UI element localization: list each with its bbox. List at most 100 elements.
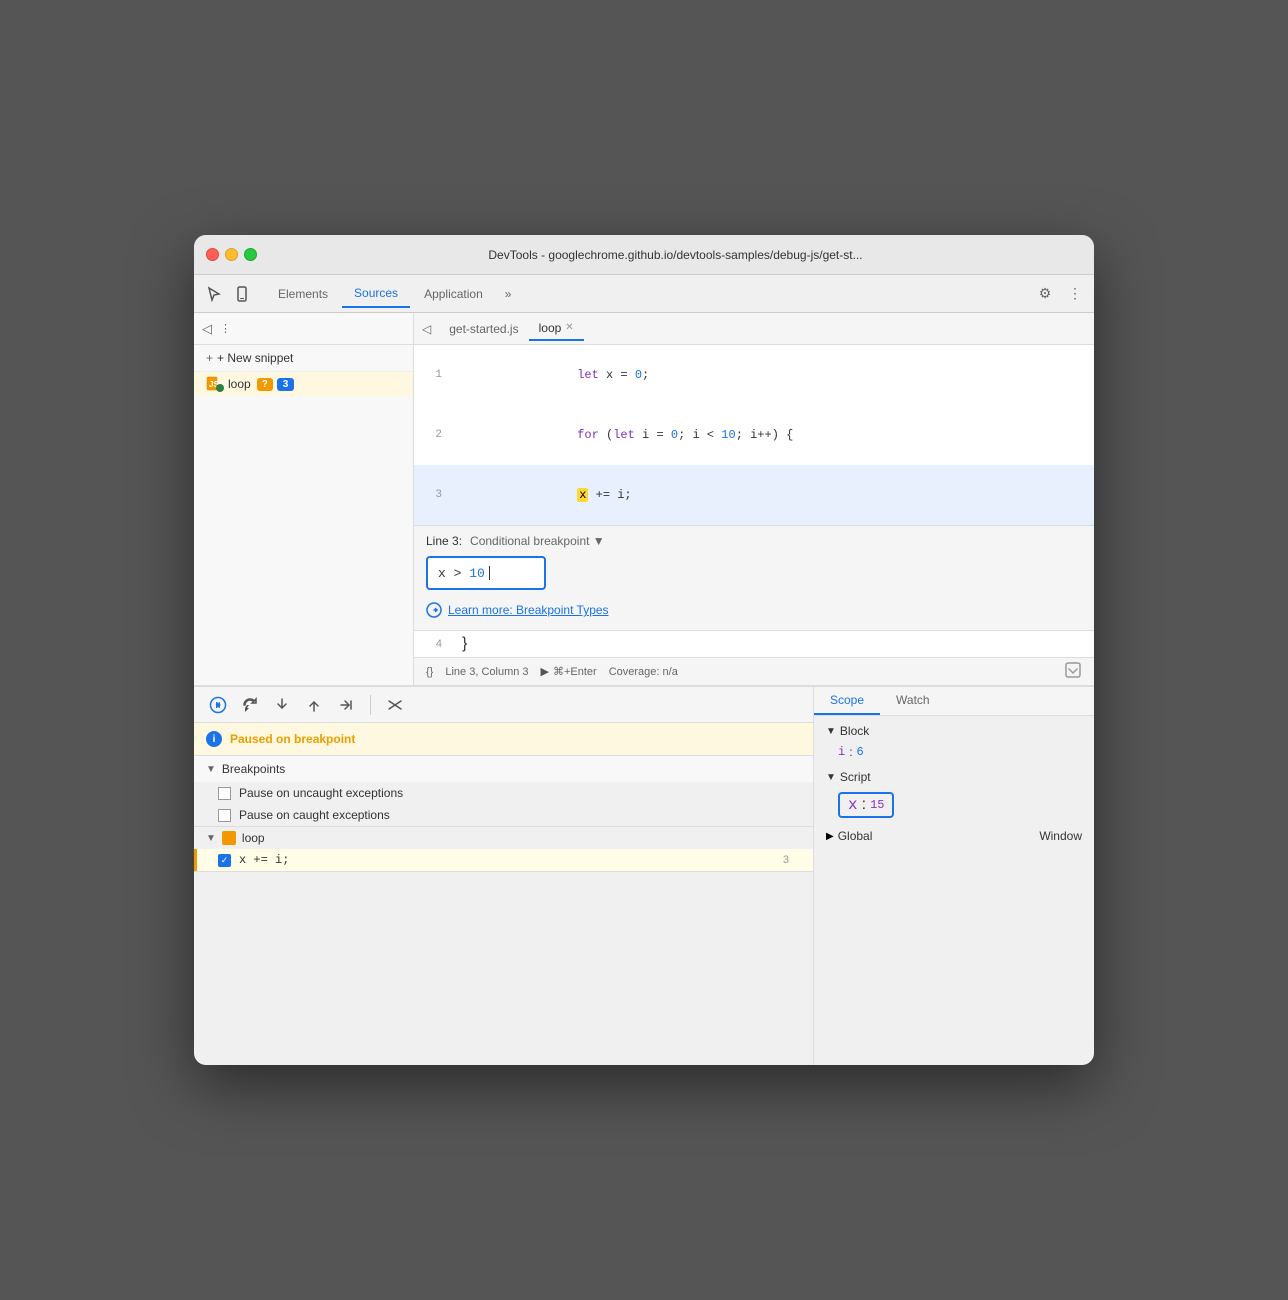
window-title: DevTools - googlechrome.github.io/devtoo… bbox=[269, 248, 1082, 262]
header-tabs: Elements Sources Application » bbox=[266, 280, 1034, 308]
code-lines: 1 let x = 0; 2 for (let i = 0; i < 10; i… bbox=[414, 345, 1094, 525]
maximize-button[interactable] bbox=[244, 248, 257, 261]
code-line-3: 3 x += i; bbox=[414, 465, 1094, 525]
file-name: loop bbox=[228, 377, 251, 391]
step-out-button[interactable] bbox=[302, 693, 326, 717]
scope-var-x-highlighted: x : 15 bbox=[838, 792, 894, 818]
more-tabs-button[interactable]: » bbox=[497, 287, 520, 301]
breakpoints-header[interactable]: ▼ Breakpoints bbox=[194, 756, 813, 782]
breakpoint-panel: Line 3: Conditional breakpoint ▼ x > 10 bbox=[414, 525, 1094, 631]
tab-close-icon[interactable]: ✕ bbox=[565, 322, 573, 333]
text-cursor bbox=[489, 566, 490, 580]
code-line-4: 4 } bbox=[414, 631, 1094, 657]
debug-left: i Paused on breakpoint ▼ Breakpoints Pau… bbox=[194, 687, 814, 1065]
navigator-icon[interactable]: ◁ bbox=[422, 322, 431, 336]
tab-elements[interactable]: Elements bbox=[266, 281, 340, 307]
file-item-loop[interactable]: JS loop ? 3 bbox=[194, 372, 413, 396]
tab-application[interactable]: Application bbox=[412, 281, 495, 307]
learn-more-link[interactable]: Learn more: Breakpoint Types bbox=[426, 598, 1082, 622]
step-over-button[interactable] bbox=[238, 693, 262, 717]
code-content: 1 let x = 0; 2 for (let i = 0; i < 10; i… bbox=[414, 345, 1094, 657]
breakpoint-badge: ? bbox=[257, 378, 273, 391]
pause-caught-row[interactable]: Pause on caught exceptions bbox=[194, 804, 813, 826]
debug-right: Scope Watch ▼ Block i : 6 bbox=[814, 687, 1094, 1065]
devtools-header: Elements Sources Application » ⚙ ⋮ bbox=[194, 275, 1094, 313]
learn-more-icon bbox=[426, 602, 442, 618]
scope-global: ▶ Global Window bbox=[814, 826, 1094, 846]
scope-script-header[interactable]: ▼ Script bbox=[814, 766, 1094, 788]
pause-uncaught-checkbox[interactable] bbox=[218, 787, 231, 800]
run-indicator bbox=[216, 384, 224, 392]
run-snippet-button[interactable]: ▶ ⌘+Enter bbox=[541, 665, 597, 678]
code-line-2: 2 for (let i = 0; i < 10; i++) { bbox=[414, 405, 1094, 465]
plus-icon: + bbox=[206, 351, 213, 365]
sidebar-toolbar: ◁ ⋮ bbox=[194, 313, 413, 345]
scope-var-i: i : 6 bbox=[814, 742, 1094, 762]
condition-input-wrapper[interactable]: x > 10 bbox=[426, 556, 546, 590]
breakpoint-file-section: ▼ loop ✓ x += i; 3 bbox=[194, 827, 813, 872]
bp-file-header[interactable]: ▼ loop bbox=[194, 827, 813, 849]
scope-tabs: Scope Watch bbox=[814, 687, 1094, 716]
tab-loop[interactable]: loop ✕ bbox=[529, 317, 584, 341]
file-icon: JS bbox=[206, 376, 222, 392]
bp-line-number: 3 bbox=[783, 854, 789, 866]
code-editor: ◁ get-started.js loop ✕ 1 bbox=[414, 313, 1094, 685]
editor-tabs: ◁ get-started.js loop ✕ bbox=[414, 313, 1094, 345]
bp-file-icon bbox=[222, 831, 236, 845]
pause-caught-checkbox[interactable] bbox=[218, 809, 231, 822]
breakpoint-count: 3 bbox=[277, 378, 295, 391]
more-options-icon[interactable]: ⋮ bbox=[1064, 283, 1086, 305]
code-line-1: 1 let x = 0; bbox=[414, 345, 1094, 405]
execution-marker: x bbox=[577, 488, 588, 502]
scope-content: ▼ Block i : 6 ▼ Script bbox=[814, 716, 1094, 1065]
breakpoints-section: ▼ Breakpoints Pause on uncaught exceptio… bbox=[194, 756, 813, 827]
scope-block: ▼ Block i : 6 bbox=[814, 720, 1094, 762]
bottom-panel: i Paused on breakpoint ▼ Breakpoints Pau… bbox=[194, 685, 1094, 1065]
scope-block-header[interactable]: ▼ Block bbox=[814, 720, 1094, 742]
var-x-value: 15 bbox=[870, 798, 884, 812]
pause-uncaught-row[interactable]: Pause on uncaught exceptions bbox=[194, 782, 813, 804]
step-into-button[interactable] bbox=[270, 693, 294, 717]
cursor-position: Line 3, Column 3 bbox=[445, 666, 528, 678]
scope-script: ▼ Script x : 15 bbox=[814, 766, 1094, 822]
coverage-info: Coverage: n/a bbox=[609, 666, 678, 678]
sidebar-more-icon[interactable]: ⋮ bbox=[220, 322, 231, 335]
bp-current-indicator bbox=[194, 849, 197, 871]
breakpoint-header: Line 3: Conditional breakpoint ▼ bbox=[426, 534, 1082, 548]
paused-text: Paused on breakpoint bbox=[230, 732, 355, 746]
bp-item[interactable]: ✓ x += i; 3 bbox=[194, 849, 813, 871]
condition-text: x > 10 bbox=[438, 566, 485, 581]
bp-expand-arrow: ▼ bbox=[206, 833, 216, 844]
sources-panel: ◁ ⋮ + + New snippet JS loop bbox=[194, 313, 1094, 685]
traffic-lights bbox=[206, 248, 257, 261]
bp-code: x += i; bbox=[239, 853, 783, 867]
mobile-icon[interactable] bbox=[230, 282, 254, 306]
section-expand-arrow: ▼ bbox=[206, 764, 216, 775]
tab-scope[interactable]: Scope bbox=[814, 687, 880, 715]
title-bar: DevTools - googlechrome.github.io/devtoo… bbox=[194, 235, 1094, 275]
tab-sources[interactable]: Sources bbox=[342, 280, 410, 308]
deactivate-breakpoints-button[interactable] bbox=[383, 693, 407, 717]
devtools-window: DevTools - googlechrome.github.io/devtoo… bbox=[194, 235, 1094, 1065]
tab-get-started[interactable]: get-started.js bbox=[439, 318, 528, 340]
tab-watch[interactable]: Watch bbox=[880, 687, 946, 715]
header-actions: ⚙ ⋮ bbox=[1034, 283, 1086, 305]
new-snippet-button[interactable]: + + New snippet bbox=[194, 345, 413, 372]
scope-global-header[interactable]: ▶ Global Window bbox=[814, 826, 1094, 846]
cursor-icon[interactable] bbox=[202, 282, 226, 306]
close-button[interactable] bbox=[206, 248, 219, 261]
bp-checkbox-checked[interactable]: ✓ bbox=[218, 854, 231, 867]
toolbar-separator bbox=[370, 695, 371, 715]
pretty-print-button[interactable]: {} bbox=[426, 666, 433, 678]
debug-toolbar bbox=[194, 687, 813, 723]
step-button[interactable] bbox=[334, 693, 358, 717]
minimize-button[interactable] bbox=[225, 248, 238, 261]
status-bar: {} Line 3, Column 3 ▶ ⌘+Enter Coverage: … bbox=[414, 657, 1094, 685]
paused-banner: i Paused on breakpoint bbox=[194, 723, 813, 756]
info-icon: i bbox=[206, 731, 222, 747]
settings-icon[interactable]: ⚙ bbox=[1034, 283, 1056, 305]
coverage-dropdown[interactable] bbox=[1064, 661, 1082, 682]
resume-button[interactable] bbox=[206, 693, 230, 717]
sidebar: ◁ ⋮ + + New snippet JS loop bbox=[194, 313, 414, 685]
sidebar-back-icon[interactable]: ◁ bbox=[202, 321, 212, 337]
